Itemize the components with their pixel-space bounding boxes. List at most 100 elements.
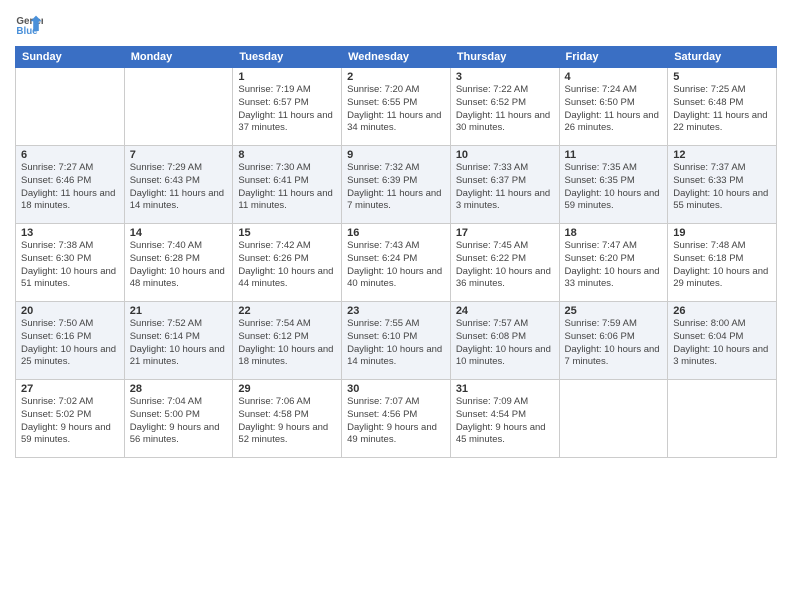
calendar-day-cell: 27Sunrise: 7:02 AM Sunset: 5:02 PM Dayli… xyxy=(16,380,125,458)
day-info: Sunrise: 7:09 AM Sunset: 4:54 PM Dayligh… xyxy=(456,396,554,447)
calendar-day-cell: 26Sunrise: 8:00 AM Sunset: 6:04 PM Dayli… xyxy=(668,302,777,380)
calendar-day-cell: 19Sunrise: 7:48 AM Sunset: 6:18 PM Dayli… xyxy=(668,224,777,302)
day-info: Sunrise: 7:04 AM Sunset: 5:00 PM Dayligh… xyxy=(130,396,228,447)
calendar-day-cell: 3Sunrise: 7:22 AM Sunset: 6:52 PM Daylig… xyxy=(450,68,559,146)
day-number: 14 xyxy=(130,227,228,239)
day-info: Sunrise: 7:19 AM Sunset: 6:57 PM Dayligh… xyxy=(238,84,336,135)
day-number: 6 xyxy=(21,149,119,161)
calendar-day-cell xyxy=(16,68,125,146)
day-number: 5 xyxy=(673,71,771,83)
calendar-day-cell: 6Sunrise: 7:27 AM Sunset: 6:46 PM Daylig… xyxy=(16,146,125,224)
calendar-day-cell: 14Sunrise: 7:40 AM Sunset: 6:28 PM Dayli… xyxy=(124,224,233,302)
day-number: 13 xyxy=(21,227,119,239)
logo-icon: General Blue xyxy=(15,10,43,38)
weekday-header: Friday xyxy=(559,47,668,68)
day-number: 29 xyxy=(238,383,336,395)
calendar-week-row: 27Sunrise: 7:02 AM Sunset: 5:02 PM Dayli… xyxy=(16,380,777,458)
calendar-day-cell: 5Sunrise: 7:25 AM Sunset: 6:48 PM Daylig… xyxy=(668,68,777,146)
day-info: Sunrise: 7:37 AM Sunset: 6:33 PM Dayligh… xyxy=(673,162,771,213)
day-number: 22 xyxy=(238,305,336,317)
calendar-day-cell: 10Sunrise: 7:33 AM Sunset: 6:37 PM Dayli… xyxy=(450,146,559,224)
day-number: 1 xyxy=(238,71,336,83)
day-number: 3 xyxy=(456,71,554,83)
day-info: Sunrise: 7:43 AM Sunset: 6:24 PM Dayligh… xyxy=(347,240,445,291)
day-number: 24 xyxy=(456,305,554,317)
day-info: Sunrise: 7:22 AM Sunset: 6:52 PM Dayligh… xyxy=(456,84,554,135)
calendar-day-cell: 17Sunrise: 7:45 AM Sunset: 6:22 PM Dayli… xyxy=(450,224,559,302)
day-info: Sunrise: 7:32 AM Sunset: 6:39 PM Dayligh… xyxy=(347,162,445,213)
calendar-day-cell: 31Sunrise: 7:09 AM Sunset: 4:54 PM Dayli… xyxy=(450,380,559,458)
page-header: General Blue xyxy=(15,10,777,38)
calendar-day-cell: 24Sunrise: 7:57 AM Sunset: 6:08 PM Dayli… xyxy=(450,302,559,380)
weekday-header: Monday xyxy=(124,47,233,68)
day-number: 31 xyxy=(456,383,554,395)
day-number: 25 xyxy=(565,305,663,317)
page-container: General Blue SundayMondayTuesdayWednesda… xyxy=(0,0,792,612)
logo: General Blue xyxy=(15,10,43,38)
calendar-day-cell: 28Sunrise: 7:04 AM Sunset: 5:00 PM Dayli… xyxy=(124,380,233,458)
calendar-day-cell: 29Sunrise: 7:06 AM Sunset: 4:58 PM Dayli… xyxy=(233,380,342,458)
calendar-day-cell: 23Sunrise: 7:55 AM Sunset: 6:10 PM Dayli… xyxy=(342,302,451,380)
day-info: Sunrise: 7:48 AM Sunset: 6:18 PM Dayligh… xyxy=(673,240,771,291)
day-number: 8 xyxy=(238,149,336,161)
day-number: 19 xyxy=(673,227,771,239)
calendar-day-cell: 15Sunrise: 7:42 AM Sunset: 6:26 PM Dayli… xyxy=(233,224,342,302)
day-info: Sunrise: 7:57 AM Sunset: 6:08 PM Dayligh… xyxy=(456,318,554,369)
day-number: 20 xyxy=(21,305,119,317)
calendar-day-cell: 2Sunrise: 7:20 AM Sunset: 6:55 PM Daylig… xyxy=(342,68,451,146)
calendar-day-cell xyxy=(559,380,668,458)
calendar-day-cell: 11Sunrise: 7:35 AM Sunset: 6:35 PM Dayli… xyxy=(559,146,668,224)
weekday-header: Thursday xyxy=(450,47,559,68)
calendar-day-cell: 13Sunrise: 7:38 AM Sunset: 6:30 PM Dayli… xyxy=(16,224,125,302)
calendar-day-cell: 25Sunrise: 7:59 AM Sunset: 6:06 PM Dayli… xyxy=(559,302,668,380)
day-number: 26 xyxy=(673,305,771,317)
day-number: 4 xyxy=(565,71,663,83)
day-info: Sunrise: 7:40 AM Sunset: 6:28 PM Dayligh… xyxy=(130,240,228,291)
day-info: Sunrise: 7:45 AM Sunset: 6:22 PM Dayligh… xyxy=(456,240,554,291)
day-info: Sunrise: 7:29 AM Sunset: 6:43 PM Dayligh… xyxy=(130,162,228,213)
day-info: Sunrise: 7:52 AM Sunset: 6:14 PM Dayligh… xyxy=(130,318,228,369)
calendar-week-row: 1Sunrise: 7:19 AM Sunset: 6:57 PM Daylig… xyxy=(16,68,777,146)
day-info: Sunrise: 7:02 AM Sunset: 5:02 PM Dayligh… xyxy=(21,396,119,447)
day-number: 18 xyxy=(565,227,663,239)
calendar-day-cell: 22Sunrise: 7:54 AM Sunset: 6:12 PM Dayli… xyxy=(233,302,342,380)
calendar-day-cell: 20Sunrise: 7:50 AM Sunset: 6:16 PM Dayli… xyxy=(16,302,125,380)
day-info: Sunrise: 7:27 AM Sunset: 6:46 PM Dayligh… xyxy=(21,162,119,213)
calendar-day-cell: 21Sunrise: 7:52 AM Sunset: 6:14 PM Dayli… xyxy=(124,302,233,380)
weekday-header: Wednesday xyxy=(342,47,451,68)
day-info: Sunrise: 7:50 AM Sunset: 6:16 PM Dayligh… xyxy=(21,318,119,369)
day-info: Sunrise: 7:42 AM Sunset: 6:26 PM Dayligh… xyxy=(238,240,336,291)
weekday-header: Sunday xyxy=(16,47,125,68)
calendar-week-row: 6Sunrise: 7:27 AM Sunset: 6:46 PM Daylig… xyxy=(16,146,777,224)
day-info: Sunrise: 7:06 AM Sunset: 4:58 PM Dayligh… xyxy=(238,396,336,447)
day-info: Sunrise: 7:30 AM Sunset: 6:41 PM Dayligh… xyxy=(238,162,336,213)
day-info: Sunrise: 7:07 AM Sunset: 4:56 PM Dayligh… xyxy=(347,396,445,447)
calendar-day-cell: 18Sunrise: 7:47 AM Sunset: 6:20 PM Dayli… xyxy=(559,224,668,302)
day-number: 28 xyxy=(130,383,228,395)
calendar-day-cell: 9Sunrise: 7:32 AM Sunset: 6:39 PM Daylig… xyxy=(342,146,451,224)
calendar-day-cell: 16Sunrise: 7:43 AM Sunset: 6:24 PM Dayli… xyxy=(342,224,451,302)
day-info: Sunrise: 7:35 AM Sunset: 6:35 PM Dayligh… xyxy=(565,162,663,213)
day-info: Sunrise: 7:47 AM Sunset: 6:20 PM Dayligh… xyxy=(565,240,663,291)
day-info: Sunrise: 7:33 AM Sunset: 6:37 PM Dayligh… xyxy=(456,162,554,213)
day-number: 16 xyxy=(347,227,445,239)
day-number: 7 xyxy=(130,149,228,161)
calendar-day-cell xyxy=(124,68,233,146)
day-info: Sunrise: 7:59 AM Sunset: 6:06 PM Dayligh… xyxy=(565,318,663,369)
day-number: 9 xyxy=(347,149,445,161)
calendar-week-row: 13Sunrise: 7:38 AM Sunset: 6:30 PM Dayli… xyxy=(16,224,777,302)
day-number: 30 xyxy=(347,383,445,395)
day-number: 12 xyxy=(673,149,771,161)
day-number: 10 xyxy=(456,149,554,161)
calendar-day-cell xyxy=(668,380,777,458)
day-number: 23 xyxy=(347,305,445,317)
calendar-day-cell: 1Sunrise: 7:19 AM Sunset: 6:57 PM Daylig… xyxy=(233,68,342,146)
day-number: 15 xyxy=(238,227,336,239)
calendar-week-row: 20Sunrise: 7:50 AM Sunset: 6:16 PM Dayli… xyxy=(16,302,777,380)
calendar-day-cell: 4Sunrise: 7:24 AM Sunset: 6:50 PM Daylig… xyxy=(559,68,668,146)
calendar-table: SundayMondayTuesdayWednesdayThursdayFrid… xyxy=(15,46,777,458)
weekday-header: Saturday xyxy=(668,47,777,68)
calendar-day-cell: 12Sunrise: 7:37 AM Sunset: 6:33 PM Dayli… xyxy=(668,146,777,224)
calendar-day-cell: 7Sunrise: 7:29 AM Sunset: 6:43 PM Daylig… xyxy=(124,146,233,224)
day-info: Sunrise: 7:38 AM Sunset: 6:30 PM Dayligh… xyxy=(21,240,119,291)
